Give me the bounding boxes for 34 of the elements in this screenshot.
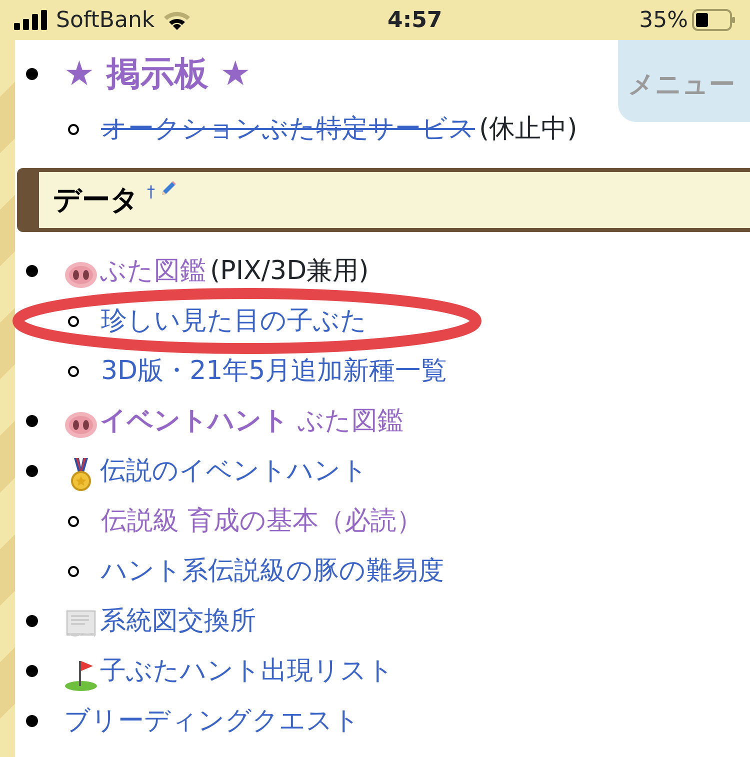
link[interactable]: 伝説のイベントハント <box>100 452 368 490</box>
bullet <box>26 615 38 627</box>
link[interactable]: 伝説級 育成の基本（必読） <box>101 502 422 540</box>
wifi-icon <box>162 10 191 30</box>
clock-time: 4:57 <box>388 6 442 34</box>
link[interactable]: ブリーディングクエスト <box>64 702 360 740</box>
battery-percent: 35% <box>639 6 688 34</box>
link[interactable]: 子ぶたハント出現リスト <box>100 652 394 690</box>
carrier-name: SoftBank <box>56 6 155 34</box>
signal-icon <box>14 10 48 30</box>
bullet <box>68 124 79 134</box>
bullet <box>68 516 79 526</box>
link[interactable]: ぶた図鑑 <box>100 252 206 290</box>
link[interactable]: 3D版・21年5月追加新種一覧 <box>101 352 448 390</box>
bullet <box>68 366 79 376</box>
bullet <box>26 415 38 427</box>
bullet <box>26 715 38 727</box>
section-title: データ <box>53 182 139 218</box>
bullet <box>26 665 38 677</box>
anchor-link[interactable]: † <box>147 180 155 204</box>
bullet <box>68 566 79 576</box>
bullet <box>26 265 38 277</box>
note-text: (休止中) <box>479 112 578 146</box>
bullet <box>26 465 38 477</box>
pencil-icon[interactable] <box>159 180 177 198</box>
link[interactable]: イベントハント ぶた図鑑 <box>100 402 404 440</box>
note-text: (PIX/3D兼用) <box>210 254 369 288</box>
bullet <box>26 68 38 80</box>
board-heading: ★ 掲示板 ★ <box>64 52 251 96</box>
link[interactable]: 系統図交換所 <box>100 602 256 640</box>
battery-icon <box>692 9 736 31</box>
bullet <box>68 316 79 326</box>
link[interactable]: ハント系伝説級の豚の難易度 <box>101 552 444 590</box>
link[interactable]: オークションぶた特定サービス <box>101 110 475 148</box>
